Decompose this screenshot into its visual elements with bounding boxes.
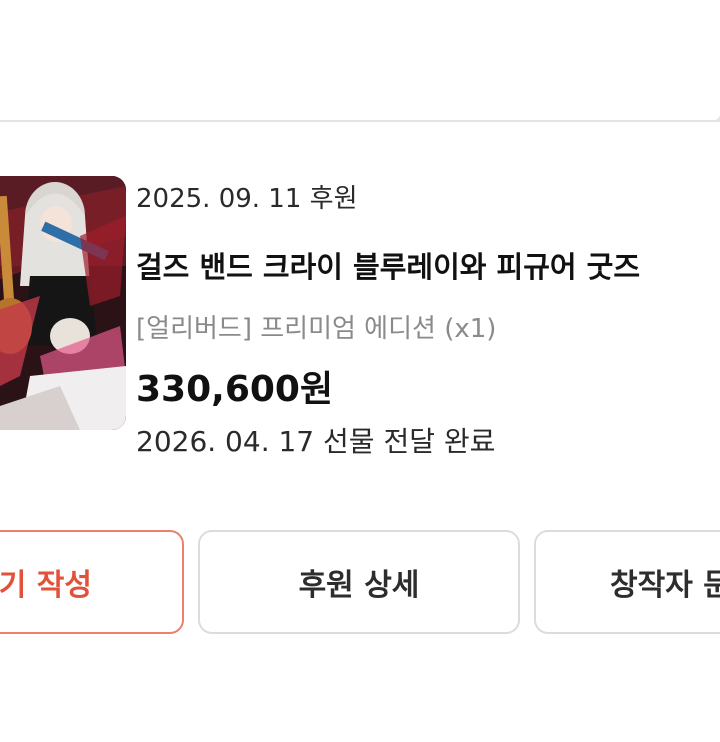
project-title[interactable]: 걸즈 밴드 크라이 블루레이와 피규어 굿즈 bbox=[136, 244, 640, 286]
project-thumbnail[interactable] bbox=[0, 176, 126, 430]
contact-creator-label: 창작자 문의 bbox=[610, 568, 720, 603]
write-review-button[interactable]: 후기 작성 bbox=[0, 530, 184, 634]
pledge-amount: 330,600원 bbox=[136, 369, 334, 410]
contact-creator-button[interactable]: 창작자 문의 bbox=[534, 530, 720, 634]
pledge-detail-button[interactable]: 후원 상세 bbox=[198, 530, 520, 634]
write-review-label: 후기 작성 bbox=[0, 568, 92, 603]
support-date: 2025. 09. 11 후원 bbox=[136, 184, 358, 214]
delivery-status: 2026. 04. 17 선물 전달 완료 bbox=[136, 425, 496, 458]
pledge-detail-label: 후원 상세 bbox=[298, 568, 420, 603]
reward-option: [얼리버드] 프리미엄 에디션 (x1) bbox=[136, 314, 497, 344]
project-thumbnail-image bbox=[0, 176, 126, 430]
previous-card bbox=[0, 0, 720, 122]
